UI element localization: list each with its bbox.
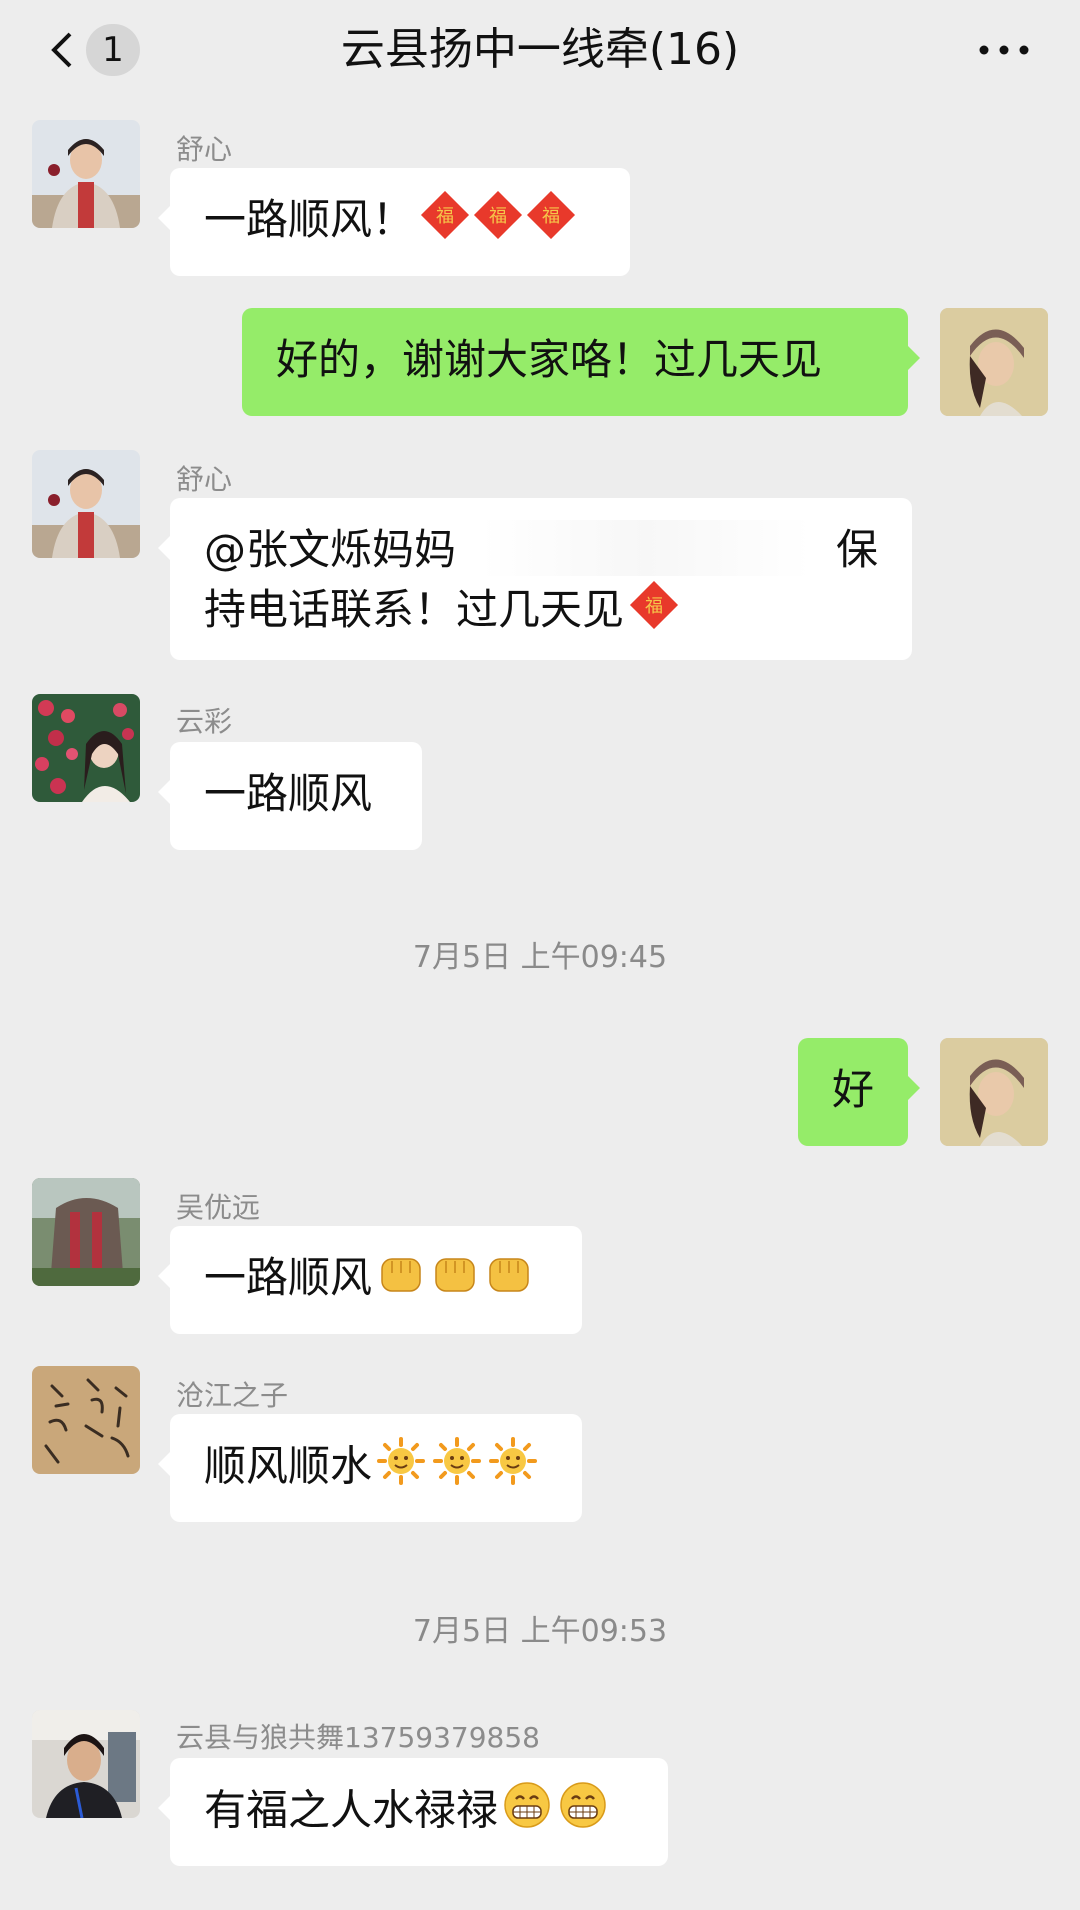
message-bubble[interactable]: @张文烁妈妈 保 持电话联系！过几天见 福 (158, 498, 912, 660)
timestamp: 7月5日 上午09:45 (412, 940, 668, 975)
message-text: 有福之人水禄禄 (204, 1785, 499, 1835)
message-bubble[interactable]: 有福之人水禄禄 (158, 1758, 668, 1866)
avatar-shuxin[interactable] (32, 450, 140, 558)
avatar-cangjiangzhizi[interactable] (32, 1366, 140, 1474)
message-text: 一路顺风 (204, 1253, 373, 1302)
message-line-2: 持电话联系！过几天见 福 (204, 580, 878, 645)
message-line-1: @张文烁妈妈 保 (204, 520, 878, 580)
chat-title: 云县扬中一线牵(16) (340, 24, 740, 75)
avatar-shuxin[interactable] (32, 120, 140, 228)
message-bubble[interactable]: 一路顺风 (158, 1226, 582, 1334)
sender-name: 云彩 (176, 705, 233, 738)
sender-name: 舒心 (176, 463, 233, 496)
chat-header: 1 云县扬中一线牵(16) (0, 0, 1080, 100)
svg-text:福: 福 (436, 206, 454, 227)
message-text: 一路顺风 (204, 769, 373, 818)
svg-text:福: 福 (542, 206, 560, 227)
sun-face-emoji (376, 1436, 538, 1502)
message-bubble[interactable]: 顺风顺水 (158, 1414, 582, 1522)
message-bubble[interactable]: 一路顺风！ 福 福 福 (158, 168, 630, 276)
my-avatar[interactable] (940, 308, 1048, 416)
svg-text:福: 福 (645, 596, 663, 617)
grin-face-emoji (502, 1780, 610, 1846)
my-message-bubble[interactable]: 好 (798, 1038, 920, 1146)
sender-name: 吴优远 (176, 1191, 261, 1224)
message-text: 保 (835, 525, 878, 574)
fu-diamond-emoji: 福 福 福 (418, 190, 578, 255)
timestamp: 7月5日 上午09:53 (412, 1614, 668, 1649)
my-message-bubble[interactable]: 好的，谢谢大家咯！过几天见 (242, 308, 920, 416)
sender-name: 舒心 (176, 133, 233, 166)
avatar-wuyouyuan[interactable] (32, 1178, 140, 1286)
svg-text:福: 福 (489, 206, 507, 227)
message-text: 好 (831, 1065, 874, 1114)
sender-name: 沧江之子 (176, 1379, 289, 1412)
my-avatar[interactable] (940, 1038, 1048, 1146)
message-text: 一路顺风！ (204, 195, 415, 244)
raised-fist-emoji (376, 1249, 534, 1313)
fu-diamond-emoji: 福 (628, 580, 680, 645)
message-text: 持电话联系！过几天见 (204, 585, 625, 634)
avatar-yunxian-dancer[interactable] (32, 1710, 140, 1818)
avatar-yuncai[interactable] (32, 694, 140, 802)
redacted-area (481, 520, 811, 576)
message-text: 顺风顺水 (204, 1441, 373, 1491)
message-bubble[interactable]: 一路顺风 (158, 742, 422, 850)
mention-text: @张文烁妈妈 (204, 525, 457, 574)
message-text: 好的，谢谢大家咯！过几天见 (276, 335, 823, 384)
sender-name: 云县与狼共舞13759379858 (176, 1721, 540, 1754)
more-options-icon[interactable] (976, 36, 1032, 64)
